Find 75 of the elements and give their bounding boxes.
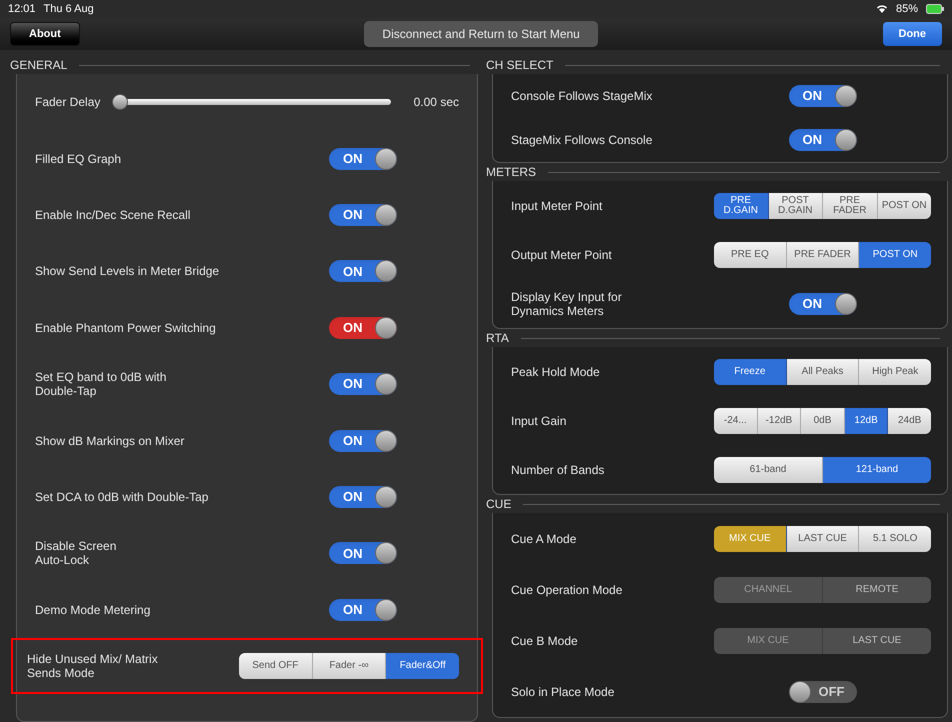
setting-label: Display Key Input for Dynamics Meters [511, 290, 623, 318]
section-header: CUE [485, 496, 512, 513]
setting-label: Fader Delay [35, 95, 100, 110]
setting-label: Input Meter Point [511, 198, 604, 212]
disconnect-button[interactable]: Disconnect and Return to Start Menu [364, 21, 598, 47]
toggle-switch[interactable]: ON [329, 316, 397, 339]
setting-label: Input Gain [511, 414, 568, 428]
setting-label: Cue A Mode [511, 532, 578, 546]
segment-option[interactable]: POST D.GAIN [768, 192, 823, 218]
toggle-switch[interactable]: ON [329, 542, 397, 564]
battery-icon [926, 4, 944, 14]
segment-option[interactable]: All Peaks [786, 358, 860, 384]
section-header: CH SELECT [485, 57, 554, 74]
setting-label: Disable Screen Auto-Lock [35, 539, 118, 568]
setting-label: Number of Bands [511, 462, 606, 476]
wifi-icon [876, 4, 888, 14]
toggle-switch[interactable]: ON [329, 430, 397, 452]
segment-option[interactable]: PRE EQ [714, 242, 787, 268]
segment-option[interactable]: PRE FADER [786, 242, 860, 268]
section-header: METERS [485, 164, 536, 181]
setting-label: StageMix Follows Console [511, 133, 654, 147]
segment-option[interactable]: 121-band [823, 456, 931, 482]
segment-option[interactable]: Freeze [714, 358, 787, 384]
toggle-switch[interactable]: ON [329, 486, 397, 508]
setting-label: Output Meter Point [511, 248, 613, 262]
setting-label: Hide Unused Mix/ Matrix Sends Mode [27, 652, 159, 680]
toggle-switch[interactable]: ON [329, 148, 397, 170]
setting-label: Enable Phantom Power Switching [35, 320, 217, 335]
segment-option[interactable]: 61-band [714, 456, 823, 482]
setting-label: Cue B Mode [511, 634, 579, 648]
toggle-switch[interactable]: ON [329, 260, 397, 282]
setting-label: Show Send Levels in Meter Bridge [35, 264, 220, 278]
slider-value: 0.00 sec [412, 94, 459, 112]
segment-option[interactable]: PRE D.GAIN [714, 192, 768, 218]
setting-label: Show dB Markings on Mixer [35, 434, 186, 448]
setting-label: Enable Inc/Dec Scene Recall [35, 208, 192, 222]
segment-option[interactable]: -12dB [758, 408, 802, 434]
segment-option[interactable]: MIX CUE [714, 526, 787, 552]
toggle-switch[interactable]: ON [788, 85, 856, 107]
section-header: RTA [485, 330, 509, 347]
setting-label: Filled EQ Graph [35, 152, 122, 166]
section-header: GENERAL [9, 57, 68, 74]
segment-option[interactable]: 12dB [844, 408, 888, 434]
setting-label: Set EQ band to 0dB with Double-Tap [35, 370, 168, 398]
setting-label: Peak Hold Mode [511, 364, 601, 378]
toggle-switch[interactable]: ON [329, 373, 397, 396]
toggle-switch[interactable]: OFF [788, 680, 856, 702]
status-date: Thu 6 Aug [44, 2, 94, 17]
setting-label: Set DCA to 0dB with Double-Tap [35, 490, 210, 504]
segment-option[interactable]: LAST CUE [786, 526, 860, 552]
slider-track[interactable] [112, 94, 391, 110]
segment-option[interactable]: Send OFF [239, 653, 313, 680]
done-button[interactable]: Done [882, 22, 942, 46]
toggle-switch[interactable]: ON [329, 204, 397, 226]
toggle-switch[interactable]: ON [788, 292, 856, 314]
segment-option[interactable]: PRE FADER [823, 192, 878, 218]
segment-option[interactable]: 5.1 SOLO [859, 526, 931, 552]
status-time: 12:01 [8, 2, 36, 17]
setting-label: Cue Operation Mode [511, 582, 624, 596]
segment-option[interactable]: POST ON [859, 242, 931, 268]
segment-option[interactable]: Fader -∞ [312, 653, 386, 680]
segment-option[interactable]: POST ON [878, 192, 931, 218]
setting-label: Console Follows StageMix [511, 89, 654, 103]
toggle-switch[interactable]: ON [788, 129, 856, 151]
segment-option[interactable]: 0dB [801, 408, 845, 434]
segment-option[interactable]: Fader&Off [386, 653, 459, 680]
segment-option[interactable]: 24dB [888, 408, 931, 434]
segment-option[interactable]: -24... [714, 408, 758, 434]
about-button[interactable]: About [10, 22, 80, 46]
segment-option[interactable]: High Peak [859, 358, 931, 384]
toggle-switch[interactable]: ON [329, 598, 397, 621]
setting-label: Demo Mode Metering [35, 602, 152, 617]
battery-percent: 85% [896, 2, 918, 17]
slider-thumb[interactable] [112, 94, 128, 110]
setting-label: Solo in Place Mode [511, 684, 616, 698]
